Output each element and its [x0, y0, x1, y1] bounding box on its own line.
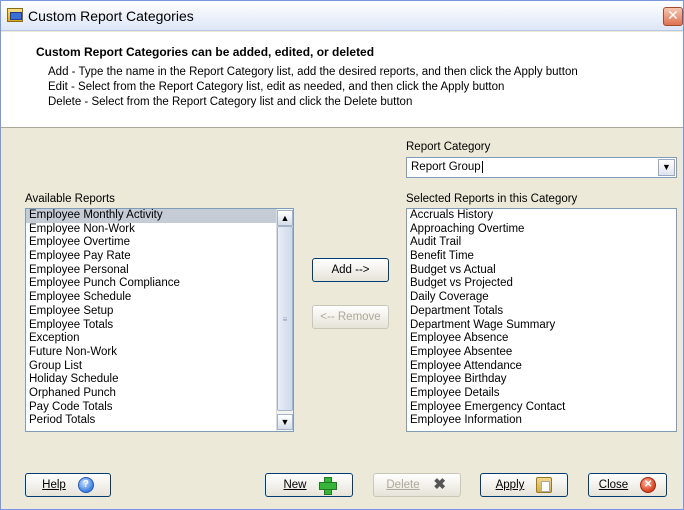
help-button[interactable]: Help ?: [25, 473, 111, 497]
instruction-delete: Delete - Select from the Report Category…: [48, 96, 413, 108]
plus-icon: [318, 477, 337, 495]
instruction-edit: Edit - Select from the Report Category l…: [48, 81, 505, 93]
selected-report-item[interactable]: Employee Emergency Contact: [407, 401, 676, 415]
available-reports-scrollbar[interactable]: ▲ ≡ ▼: [276, 209, 293, 431]
selected-reports-label: Selected Reports in this Category: [406, 193, 578, 205]
selected-report-item[interactable]: Employee Absence: [407, 332, 676, 346]
available-report-item[interactable]: Exception: [26, 332, 293, 346]
selected-report-item[interactable]: Department Wage Summary: [407, 319, 676, 333]
available-report-item[interactable]: Holiday Schedule: [26, 373, 293, 387]
selected-report-item[interactable]: Budget vs Actual: [407, 264, 676, 278]
scroll-up-icon[interactable]: ▲: [277, 210, 293, 226]
available-reports-list[interactable]: Employee Monthly Activity Employee Non-Wo…: [25, 208, 294, 432]
new-button-label: New: [283, 479, 307, 491]
selected-report-item[interactable]: Employee Attendance: [407, 360, 676, 374]
available-report-item[interactable]: Pay Code Totals: [26, 401, 293, 415]
selected-report-item[interactable]: Audit Trail: [407, 236, 676, 250]
add-button[interactable]: Add -->: [312, 258, 389, 282]
selected-report-item[interactable]: Daily Coverage: [407, 291, 676, 305]
selected-report-item[interactable]: Employee Birthday: [407, 373, 676, 387]
available-report-item[interactable]: Group List: [26, 360, 293, 374]
title-bar: Custom Report Categories ✕: [1, 1, 683, 31]
selected-report-item[interactable]: Budget vs Projected: [407, 277, 676, 291]
new-button[interactable]: New: [265, 473, 353, 497]
delete-button-label: Delete: [386, 479, 420, 491]
available-report-item[interactable]: Employee Setup: [26, 305, 293, 319]
report-category-label: Report Category: [406, 141, 491, 153]
remove-button[interactable]: <-- Remove: [312, 305, 389, 329]
remove-button-label: <-- Remove: [320, 311, 381, 323]
selected-report-item[interactable]: Employee Absentee: [407, 346, 676, 360]
selected-report-item[interactable]: Accruals History: [407, 209, 676, 223]
available-reports-label: Available Reports: [25, 193, 115, 205]
delete-button[interactable]: Delete ✖: [373, 473, 461, 497]
apply-button-label: Apply: [495, 479, 525, 491]
available-report-item[interactable]: Employee Non-Work: [26, 223, 293, 237]
available-report-item[interactable]: Employee Punch Compliance: [26, 277, 293, 291]
report-category-value: Report Group: [411, 161, 481, 173]
selected-report-item[interactable]: Approaching Overtime: [407, 223, 676, 237]
custom-report-categories-window: Custom Report Categories ✕ Custom Report…: [0, 0, 684, 510]
window-title: Custom Report Categories: [28, 8, 194, 24]
window-close-button[interactable]: ✕: [663, 7, 683, 26]
app-icon: [7, 8, 23, 22]
clipboard-icon: [536, 477, 553, 493]
scroll-thumb[interactable]: ≡: [277, 226, 293, 411]
available-report-item[interactable]: Employee Pay Rate: [26, 250, 293, 264]
add-button-label: Add -->: [331, 264, 370, 276]
close-button-label: Close: [598, 479, 629, 491]
header-title: Custom Report Categories can be added, e…: [36, 45, 375, 59]
selected-report-item[interactable]: Department Totals: [407, 305, 676, 319]
selected-report-item[interactable]: Employee Details: [407, 387, 676, 401]
available-report-item[interactable]: Orphaned Punch: [26, 387, 293, 401]
apply-button[interactable]: Apply: [480, 473, 568, 497]
help-button-label: Help: [42, 479, 66, 491]
delete-x-icon: ✖: [433, 476, 446, 493]
available-report-item[interactable]: Period Totals: [26, 414, 293, 428]
available-report-item[interactable]: Employee Schedule: [26, 291, 293, 305]
instruction-add: Add - Type the name in the Report Catego…: [48, 66, 578, 78]
report-category-combo[interactable]: Report Group ▼: [406, 157, 677, 178]
selected-report-item[interactable]: Benefit Time: [407, 250, 676, 264]
chevron-down-icon[interactable]: ▼: [658, 159, 675, 176]
help-icon: ?: [77, 477, 94, 493]
close-circle-icon: ✕: [640, 477, 657, 493]
scroll-down-icon[interactable]: ▼: [277, 414, 293, 430]
available-report-item[interactable]: Future Non-Work: [26, 346, 293, 360]
selected-report-item[interactable]: Employee Information: [407, 414, 676, 428]
available-report-item[interactable]: Employee Overtime: [26, 236, 293, 250]
instructions-header: Custom Report Categories can be added, e…: [1, 32, 683, 128]
available-report-item[interactable]: Employee Personal: [26, 264, 293, 278]
available-report-item[interactable]: Employee Monthly Activity: [26, 209, 293, 223]
available-report-item[interactable]: Employee Totals: [26, 319, 293, 333]
selected-reports-list[interactable]: Accruals History Approaching Overtime Audi…: [406, 208, 677, 432]
close-button[interactable]: Close ✕: [588, 473, 667, 497]
